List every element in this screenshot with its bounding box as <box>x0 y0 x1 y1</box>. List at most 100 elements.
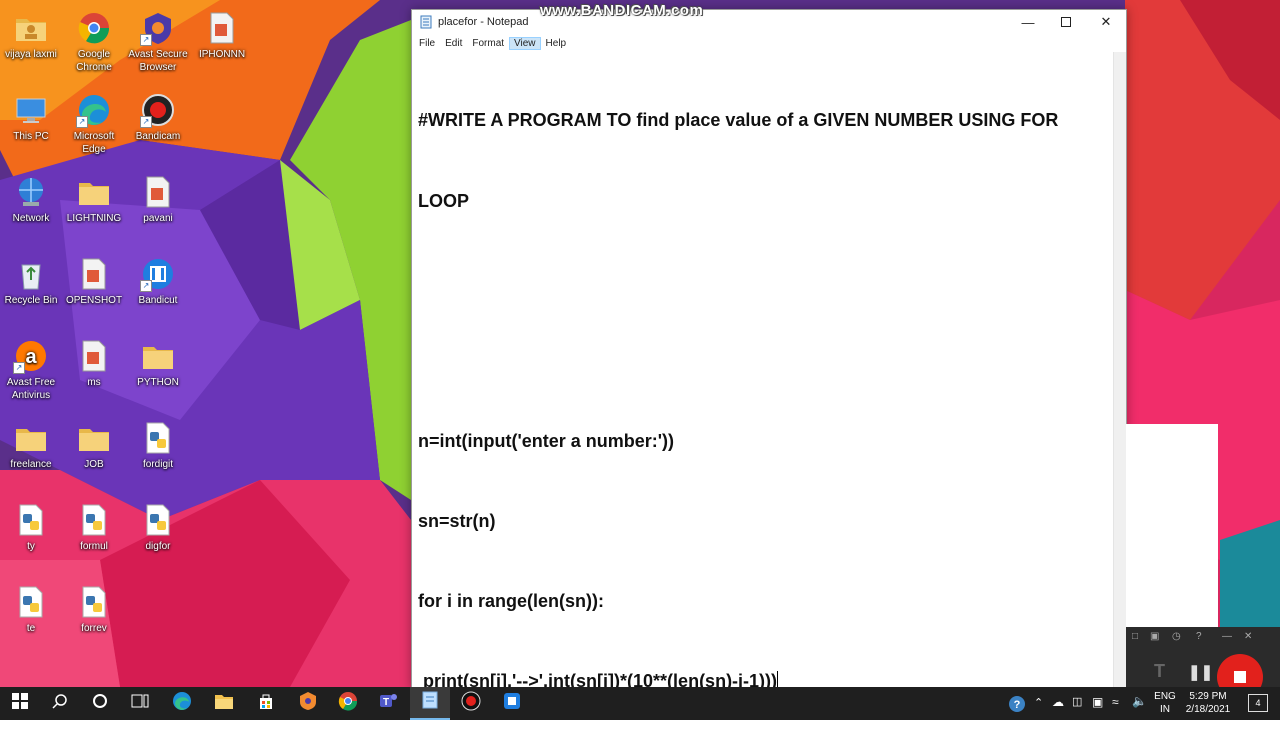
document-icon <box>204 10 240 46</box>
desktop-icon-bandicut[interactable]: ↗ Bandicut <box>127 256 189 307</box>
desktop-icon-label: JOB <box>84 459 104 470</box>
wifi-icon[interactable]: ≈ <box>1112 696 1119 709</box>
editor-line: #WRITE A PROGRAM TO find place value of … <box>418 110 1059 131</box>
avast-browser-icon <box>298 691 318 716</box>
volume-icon[interactable]: 🔈 <box>1132 695 1147 708</box>
help-icon[interactable]: ? <box>1196 631 1202 645</box>
folder-icon <box>76 420 112 456</box>
python-file-icon <box>76 584 112 620</box>
help-circle-icon[interactable]: ? <box>1008 695 1026 713</box>
desktop-icon-lightning[interactable]: LIGHTNING <box>63 174 125 225</box>
maximize-button[interactable] <box>1046 10 1086 34</box>
taskbar-bandicut-button[interactable] <box>492 687 532 720</box>
screen-icon: □ <box>1132 631 1139 642</box>
taskbar-bandicam-button[interactable] <box>451 687 491 720</box>
desktop-icon-te[interactable]: te <box>0 584 62 635</box>
language-label: ENG <box>1154 691 1176 702</box>
desktop-icon-forrev[interactable]: forrev <box>63 584 125 635</box>
clock[interactable]: 5:29 PM 2/18/2021 <box>1180 690 1236 716</box>
stop-icon <box>1234 671 1246 683</box>
taskbar-file-explorer-button[interactable] <box>204 687 244 720</box>
system-tray: ? ⌃ ☁ ◫ ▣ ≈ 🔈 ENG IN 5:29 PM 2/18/2021 4 <box>1004 687 1280 720</box>
desktop-icon-label: Bandicut <box>138 295 178 306</box>
camera-icon[interactable]: ▣ <box>1092 696 1103 709</box>
desktop-icon-google-chrome[interactable]: Google Chrome <box>63 10 125 74</box>
text-overlay-icon[interactable]: T <box>1154 661 1165 682</box>
desktop-icon-ty[interactable]: ty <box>0 502 62 553</box>
taskbar-search-button[interactable] <box>40 687 80 720</box>
menu-help[interactable]: Help <box>541 37 572 50</box>
minimize-icon[interactable]: — <box>1222 631 1232 645</box>
folder-icon <box>140 338 176 374</box>
desktop-icon-microsoft-edge[interactable]: ↗ Microsoft Edge <box>63 92 125 156</box>
taskbar-cortana-button[interactable] <box>80 687 120 720</box>
desktop-icon-label: PYTHON <box>137 377 179 388</box>
taskbar-notepad-button[interactable] <box>410 687 450 720</box>
desktop-icon-pavani[interactable]: pavani <box>127 174 189 225</box>
close-button[interactable]: ✕ <box>1086 10 1126 34</box>
desktop-icon-digfor[interactable]: digfor <box>127 502 189 553</box>
taskbar-teams-button[interactable]: T <box>368 687 408 720</box>
python-file-icon <box>13 502 49 538</box>
shortcut-arrow-icon: ↗ <box>140 34 152 46</box>
menu-file[interactable]: File <box>414 37 440 50</box>
desktop-icon-label: Bandicam <box>135 131 181 142</box>
desktop-icon-ms[interactable]: ms <box>63 338 125 389</box>
clock-date: 2/18/2021 <box>1185 704 1231 715</box>
desktop-icon-label: IPHONNN <box>198 49 246 60</box>
folder-icon <box>76 174 112 210</box>
language-indicator[interactable]: ENG IN <box>1154 690 1176 716</box>
taskbar-chrome-button[interactable] <box>328 687 368 720</box>
taskbar-avast-browser-button[interactable] <box>288 687 328 720</box>
desktop-icon-vijaya-laxmi[interactable]: vijaya laxmi <box>0 10 62 61</box>
capture-icon[interactable]: ▣ <box>1150 631 1159 645</box>
desktop-icon-this-pc[interactable]: This PC <box>0 92 62 143</box>
desktop-icon-openshot[interactable]: OPENSHOT <box>63 256 125 307</box>
desktop-icon-bandicam[interactable]: ↗ Bandicam <box>127 92 189 143</box>
notepad-icon <box>421 690 439 715</box>
taskbar-task-view-button[interactable] <box>120 687 160 720</box>
desktop-icon-freelance[interactable]: freelance <box>0 420 62 471</box>
onedrive-icon[interactable]: ☁ <box>1052 696 1064 709</box>
desktop-icon-label: Google Chrome <box>76 49 112 73</box>
desktop-icon-avast-secure-browser[interactable]: ↗ Avast Secure Browser <box>127 10 189 74</box>
desktop-icon-recycle-bin[interactable]: Recycle Bin <box>0 256 62 307</box>
taskbar-store-button[interactable] <box>246 687 286 720</box>
battery-icon[interactable]: ◫ <box>1072 696 1082 709</box>
notepad-window[interactable]: placefor - Notepad — ✕ File Edit Format … <box>411 9 1127 692</box>
desktop-icon-iphonnn[interactable]: IPHONNN <box>191 10 253 61</box>
timer-icon[interactable]: ◷ <box>1172 631 1181 645</box>
desktop-icon-label: digfor <box>145 541 171 552</box>
close-icon: ✕ <box>1100 14 1112 29</box>
desktop-icon-label: forrev <box>81 623 107 634</box>
menu-format[interactable]: Format <box>467 37 509 50</box>
menu-view[interactable]: View <box>509 36 541 50</box>
chevron-up-icon[interactable]: ⌃ <box>1034 697 1043 710</box>
close-icon[interactable]: ✕ <box>1244 631 1252 645</box>
desktop-icon-fordigit[interactable]: fordigit <box>127 420 189 471</box>
pause-icon[interactable]: ❚❚ <box>1188 663 1213 681</box>
desktop-icon-label: freelance <box>10 459 52 470</box>
taskbar-windows-start-button[interactable] <box>0 687 40 720</box>
desktop-icon-job[interactable]: JOB <box>63 420 125 471</box>
bandicam-icon <box>461 691 481 716</box>
desktop-icon-python[interactable]: PYTHON <box>127 338 189 389</box>
desktop-icon-network[interactable]: Network <box>0 174 62 225</box>
desktop-icon-formul[interactable]: formul <box>63 502 125 553</box>
text-editor[interactable]: #WRITE A PROGRAM TO find place value of … <box>412 52 1114 692</box>
chrome-icon <box>76 10 112 46</box>
desktop-icon-label: Network <box>12 213 50 224</box>
desktop-icon-avast-free-antivirus[interactable]: a ↗ Avast Free Antivirus <box>0 338 62 402</box>
vertical-scrollbar[interactable] <box>1113 52 1126 688</box>
windows-start-icon <box>12 693 28 714</box>
python-file-icon <box>76 502 112 538</box>
notification-center-icon[interactable]: 4 <box>1248 694 1268 712</box>
menu-edit[interactable]: Edit <box>440 37 467 50</box>
minimize-button[interactable]: — <box>1008 10 1048 34</box>
edge-icon: ↗ <box>76 92 112 128</box>
taskbar-edge-button[interactable] <box>162 687 202 720</box>
bandicam-watermark: www.BANDICAM.com <box>540 2 704 19</box>
title-bar[interactable]: placefor - Notepad — ✕ <box>412 10 1126 34</box>
svg-text:a: a <box>25 346 37 368</box>
